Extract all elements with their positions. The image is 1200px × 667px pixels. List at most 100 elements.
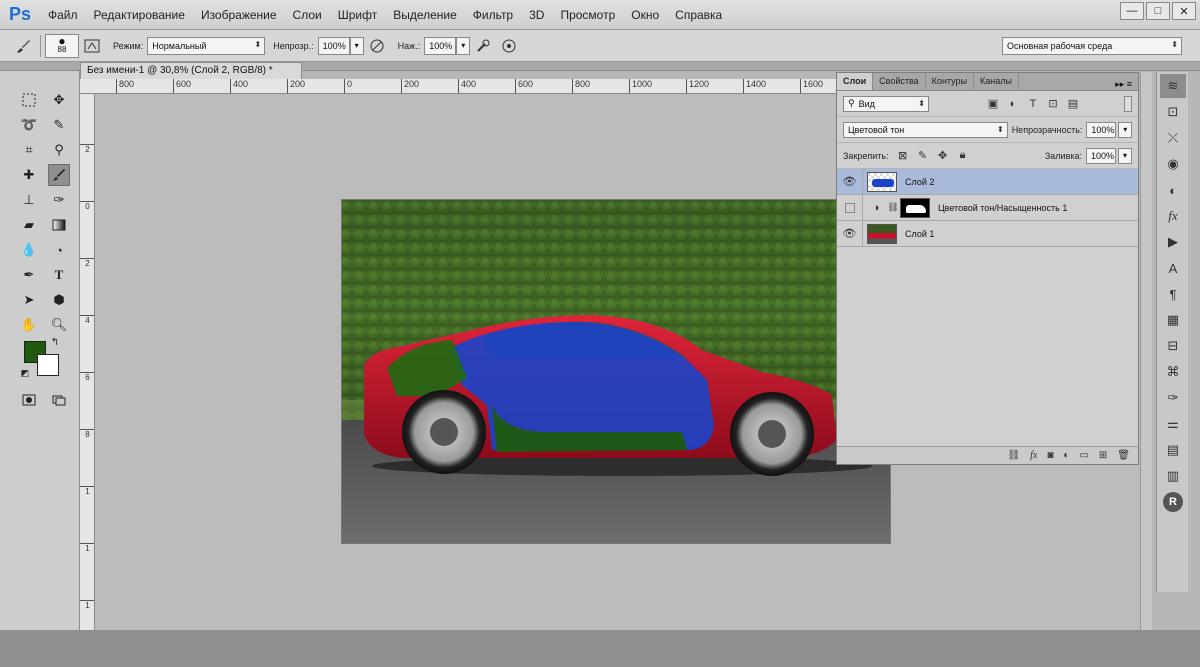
menu-image[interactable]: Изображение — [193, 0, 285, 30]
lock-all-icon[interactable]: 🔒︎ — [956, 149, 970, 163]
dodge-tool-icon[interactable]: ◔ — [48, 239, 70, 261]
tab-paths[interactable]: Контуры — [926, 73, 974, 90]
close-button[interactable]: ✕ — [1172, 2, 1196, 20]
filter-smart-object-icon[interactable]: ▤ — [1066, 97, 1080, 111]
filter-toggle[interactable] — [1124, 95, 1132, 112]
lock-pixels-icon[interactable]: ✎ — [916, 149, 930, 163]
clone-source-dock-icon[interactable]: ⌘ — [1160, 360, 1186, 384]
brush-preset-icon[interactable] — [14, 37, 32, 55]
paragraph-dock-icon[interactable]: ¶ — [1160, 282, 1186, 306]
actions-dock-icon[interactable]: ▶ — [1160, 230, 1186, 254]
quick-mask-icon[interactable] — [18, 389, 40, 411]
vertical-scrollbar[interactable] — [1140, 72, 1152, 630]
document-tab[interactable]: Без имени-1 @ 30,8% (Слой 2, RGB/8) * — [80, 62, 302, 79]
layer-style-icon[interactable]: fx — [1030, 450, 1037, 461]
r-dock-icon[interactable]: R — [1160, 490, 1186, 514]
tab-layers[interactable]: Слои — [837, 73, 874, 90]
pressure-size-icon[interactable] — [500, 37, 518, 55]
opacity-dropdown[interactable]: ▾ — [349, 36, 364, 55]
menu-filter[interactable]: Фильтр — [465, 0, 521, 30]
clone-stamp-tool-icon[interactable]: ⊥ — [18, 189, 40, 211]
filter-shape-icon[interactable]: ⊡ — [1046, 97, 1060, 111]
blend-mode-select[interactable]: Нормальный ⬍ — [147, 36, 266, 55]
marquee-tool-icon[interactable] — [18, 89, 40, 111]
brush-size-picker[interactable]: ● 88 — [45, 33, 79, 58]
delete-layer-icon[interactable]: 🗑︎ — [1117, 450, 1130, 461]
notes-dock-icon[interactable]: ▤ — [1160, 438, 1186, 462]
layer-opacity-dropdown[interactable]: ▾ — [1118, 121, 1132, 138]
layer-row[interactable]: 👁︎ Слой 1 — [837, 220, 1138, 247]
history-dock-icon[interactable]: ⊡ — [1160, 100, 1186, 124]
menu-layers[interactable]: Слои — [285, 0, 330, 30]
brush-dock-icon[interactable]: ✑ — [1160, 386, 1186, 410]
menu-view[interactable]: Просмотр — [552, 0, 623, 30]
menu-file[interactable]: Файл — [40, 0, 86, 30]
menu-type[interactable]: Шрифт — [330, 0, 385, 30]
minimize-button[interactable]: — — [1120, 2, 1144, 20]
menu-window[interactable]: Окно — [623, 0, 667, 30]
document-image[interactable] — [342, 200, 890, 543]
layer-blend-mode-select[interactable]: Цветовой тон ⬍ — [843, 121, 1008, 138]
filter-kind-select[interactable]: ⚲ Вид ⬍ — [843, 95, 929, 112]
fill-dropdown[interactable]: ▾ — [1118, 147, 1132, 164]
panel-menu-icon[interactable]: ▸▸ ≡ — [1109, 79, 1138, 90]
hand-tool-icon[interactable]: ✋ — [18, 314, 40, 336]
filter-type-icon[interactable]: T — [1026, 97, 1040, 111]
add-mask-icon[interactable]: ◙ — [1047, 450, 1053, 461]
pen-tool-icon[interactable]: ✒ — [18, 264, 40, 286]
styles-dock-icon[interactable]: fx — [1160, 204, 1186, 228]
crop-tool-icon[interactable]: ⌗ — [18, 139, 40, 161]
move-tool-icon[interactable]: ✥ — [48, 89, 70, 111]
lasso-tool-icon[interactable]: ➰ — [18, 114, 40, 136]
default-colors-icon[interactable]: ◩ — [18, 366, 32, 380]
layer-opacity-input[interactable]: 100% — [1086, 121, 1117, 138]
layer-row[interactable]: ◑ ⛓ Цветовой тон/Насыщенность 1 — [837, 194, 1138, 221]
swatches-dock-icon[interactable]: ▦ — [1160, 308, 1186, 332]
layers-dock-icon[interactable]: ≋ — [1160, 74, 1186, 98]
paths-dock-icon[interactable]: ⤬ — [1160, 126, 1186, 150]
brush-panel-icon[interactable] — [83, 37, 101, 55]
fill-input[interactable]: 100% — [1086, 147, 1116, 164]
gradient-tool-icon[interactable] — [48, 214, 70, 236]
new-group-icon[interactable]: ▭ — [1079, 450, 1088, 461]
zoom-tool-icon[interactable]: 🔍︎ — [48, 314, 70, 336]
menu-edit[interactable]: Редактирование — [86, 0, 193, 30]
character-dock-icon[interactable]: A — [1160, 256, 1186, 280]
path-selection-tool-icon[interactable]: ➤ — [18, 289, 40, 311]
lock-position-icon[interactable]: ✥ — [936, 149, 950, 163]
adjustments-dock-icon[interactable]: ◐ — [1160, 178, 1186, 202]
new-adjustment-icon[interactable]: ◐ — [1063, 450, 1069, 461]
maximize-button[interactable]: □ — [1146, 2, 1170, 20]
navigator-dock-icon[interactable]: ⊟ — [1160, 334, 1186, 358]
opacity-input[interactable]: 100% — [317, 36, 350, 55]
eye-hidden-icon[interactable] — [837, 194, 863, 221]
brush-tool-icon[interactable] — [48, 164, 70, 186]
eye-icon[interactable]: 👁︎ — [837, 168, 863, 195]
type-tool-icon[interactable]: T — [48, 264, 70, 286]
airbrush-icon[interactable] — [474, 37, 492, 55]
layer-row[interactable]: 👁︎ Слой 2 — [837, 168, 1138, 195]
flow-dropdown[interactable]: ▾ — [456, 36, 471, 55]
color-dock-icon[interactable]: ◉ — [1160, 152, 1186, 176]
screen-mode-icon[interactable] — [48, 389, 70, 411]
tab-properties[interactable]: Свойства — [873, 73, 926, 90]
eyedropper-tool-icon[interactable]: ⚲ — [48, 139, 70, 161]
menu-3d[interactable]: 3D — [521, 0, 552, 30]
swap-colors-icon[interactable]: ↰ — [48, 335, 62, 349]
tool-presets-dock-icon[interactable]: ⚌ — [1160, 412, 1186, 436]
blur-tool-icon[interactable]: 💧 — [18, 239, 40, 261]
new-layer-icon[interactable]: ⊞ — [1099, 450, 1107, 461]
menu-help[interactable]: Справка — [667, 0, 730, 30]
layer-mask-thumbnail[interactable] — [900, 197, 930, 218]
history-brush-tool-icon[interactable]: ✑ — [48, 189, 70, 211]
eye-icon[interactable]: 👁︎ — [837, 220, 863, 247]
filter-pixel-icon[interactable]: ▣ — [986, 97, 1000, 111]
tab-channels[interactable]: Каналы — [974, 73, 1019, 90]
shape-tool-icon[interactable]: ⬢ — [48, 289, 70, 311]
lock-transparency-icon[interactable]: ⊠ — [896, 149, 910, 163]
menu-select[interactable]: Выделение — [385, 0, 465, 30]
link-layers-icon[interactable]: ⛓ — [1007, 450, 1020, 461]
workspace-select[interactable]: Основная рабочая среда ⬍ — [1002, 37, 1182, 55]
info-dock-icon[interactable]: ▥ — [1160, 464, 1186, 488]
filter-adjustment-icon[interactable]: ◐ — [1006, 97, 1020, 111]
